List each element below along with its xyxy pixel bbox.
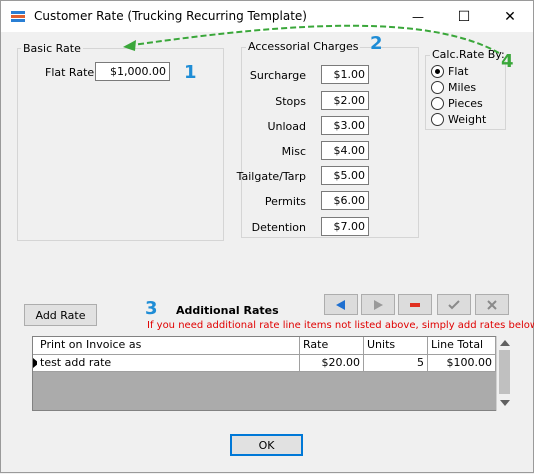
table-row-units[interactable]: 5 [364,355,428,372]
radio-pieces[interactable]: Pieces [431,95,483,111]
radio-pieces-indicator[interactable] [431,96,444,110]
scroll-up-icon[interactable] [500,340,510,346]
scroll-thumb[interactable] [499,350,510,394]
nav-confirm-button[interactable] [437,294,471,315]
add-rate-label: Add Rate [35,308,86,322]
close-button[interactable]: ✕ [487,1,533,32]
customer-rate-window: Customer Rate (Trucking Recurring Templa… [0,0,534,473]
radio-miles-indicator[interactable] [431,80,444,94]
minimize-button[interactable]: — [395,1,441,32]
maximize-button[interactable]: ☐ [441,1,487,32]
ok-label: OK [258,438,275,452]
misc-label: Misc [281,145,306,158]
misc-input[interactable]: $4.00 [321,141,369,160]
radio-pieces-label: Pieces [448,96,483,110]
flat-rate-input[interactable]: $1,000.00 [95,62,170,81]
additional-rates-title: Additional Rates [176,304,279,317]
permits-label: Permits [264,195,306,208]
table-row-rate[interactable]: $20.00 [300,355,364,372]
unload-label: Unload [267,120,306,133]
stops-label: Stops [275,95,306,108]
table-row-line-total[interactable]: $100.00 [428,355,496,372]
additional-rates-grid[interactable]: Print on Invoice as Rate Units Line Tota… [32,336,512,411]
radio-flat-label: Flat [448,64,469,78]
radio-miles[interactable]: Miles [431,79,476,95]
radio-weight-indicator[interactable] [431,112,444,126]
scroll-down-icon[interactable] [500,400,510,406]
add-rate-button[interactable]: Add Rate [24,304,97,326]
tailgate-tarp-label: Tailgate/Tarp [236,170,306,183]
annotation-2: 2 [370,33,383,54]
detention-input[interactable]: $7.00 [321,217,369,236]
window-title: Customer Rate (Trucking Recurring Templa… [34,9,307,23]
nav-next-button[interactable] [361,294,395,315]
column-header-units[interactable]: Units [364,337,428,355]
flat-rate-label: Flat Rate [45,66,95,79]
confirm-icon [448,299,460,309]
basic-rate-group-label: Basic Rate [21,42,83,55]
nav-delete-button[interactable] [398,294,432,315]
additional-rates-note: If you need additional rate line items n… [147,320,534,331]
title-bar: Customer Rate (Trucking Recurring Templa… [1,1,533,32]
accessorial-charges-group-label: Accessorial Charges [246,40,361,53]
surcharge-label: Surcharge [249,69,306,82]
table-row-print-as[interactable]: test add rate [37,355,300,372]
maximize-icon: ☐ [457,8,471,25]
column-header-rate[interactable]: Rate [300,337,364,355]
calc-rate-group-label: Calc.Rate By: [430,48,507,61]
close-icon: ✕ [504,8,516,25]
annotation-4: 4 [501,51,514,72]
radio-weight-label: Weight [448,112,487,126]
radio-weight[interactable]: Weight [431,111,486,127]
unload-input[interactable]: $3.00 [321,116,369,135]
annotation-3: 3 [145,298,158,319]
radio-flat[interactable]: Flat [431,63,468,79]
detention-label: Detention [251,221,306,234]
column-header-print-as[interactable]: Print on Invoice as [37,337,300,355]
next-icon [374,299,383,310]
delete-icon [410,302,420,307]
annotation-1: 1 [184,62,197,83]
nav-cancel-button[interactable] [475,294,509,315]
column-header-line-total[interactable]: Line Total [428,337,496,355]
tailgate-tarp-input[interactable]: $5.00 [321,166,369,185]
prev-icon [336,299,345,310]
radio-miles-label: Miles [448,80,477,94]
app-icon [11,11,25,22]
minimize-icon: — [412,9,424,24]
stops-input[interactable]: $2.00 [321,91,369,110]
radio-flat-indicator[interactable] [431,64,444,78]
ok-button[interactable]: OK [230,434,303,456]
grid-scrollbar[interactable] [496,336,512,411]
permits-input[interactable]: $6.00 [321,191,369,210]
cancel-icon [487,299,497,310]
surcharge-input[interactable]: $1.00 [321,65,369,84]
nav-prev-button[interactable] [324,294,358,315]
